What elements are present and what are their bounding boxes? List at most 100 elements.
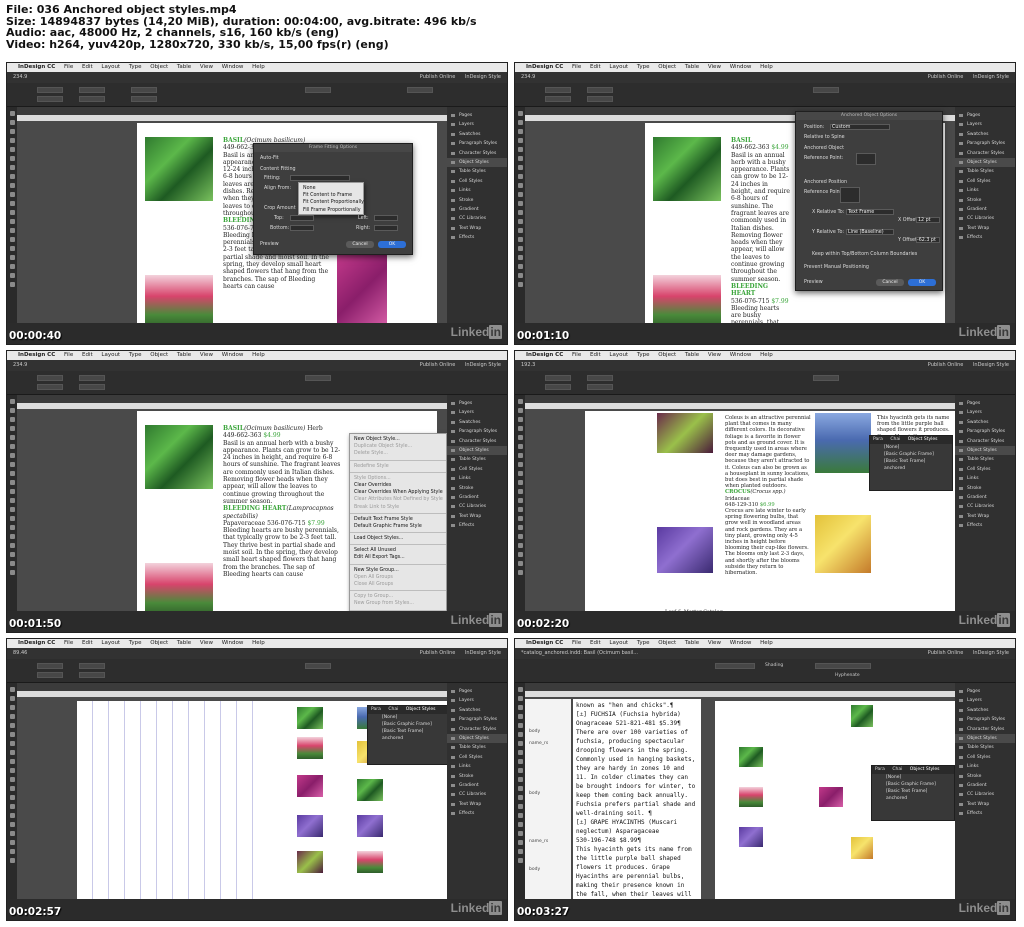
menu-layout[interactable]: Layout — [101, 352, 120, 358]
panel-paragraph-styles[interactable]: Paragraph Styles — [447, 139, 507, 148]
context-menu-item[interactable]: Clear Overrides — [350, 482, 446, 489]
publish-online-button[interactable]: Publish Online — [928, 650, 964, 656]
panel-object-styles[interactable]: Object Styles — [955, 445, 1015, 456]
thumb-image[interactable] — [851, 705, 873, 727]
menu-type[interactable]: Type — [637, 640, 650, 646]
panel-object-styles[interactable]: Object Styles — [447, 157, 507, 168]
menu-help[interactable]: Help — [252, 64, 265, 70]
publish-online-button[interactable]: Publish Online — [928, 74, 964, 80]
scale-y-field[interactable] — [131, 96, 157, 102]
panel-swatches[interactable]: Swatches — [955, 418, 1015, 427]
y-field[interactable] — [545, 96, 571, 102]
panel-links[interactable]: Links — [955, 186, 1015, 195]
menu-type[interactable]: Type — [637, 352, 650, 358]
context-menu-item[interactable]: Default Text Frame Style — [350, 516, 446, 523]
tab-object-styles[interactable]: Object Styles — [908, 437, 938, 442]
menu-help[interactable]: Help — [760, 640, 773, 646]
story-line[interactable]: fuchsia, producing spectacular — [576, 737, 698, 746]
menu-window[interactable]: Window — [222, 64, 244, 70]
fitting-option[interactable]: Fill Frame Proportionally — [299, 207, 363, 214]
hyacinth-image[interactable] — [815, 413, 871, 473]
text-frame[interactable]: BASIL(Ocimum basilicum) Herb 449-662-363… — [223, 425, 341, 578]
tab-character[interactable]: Chai — [388, 707, 398, 712]
story-line[interactable]: well-draining soil. ¶ — [576, 809, 698, 818]
panel-table-styles[interactable]: Table Styles — [447, 167, 507, 176]
menu-table[interactable]: Table — [177, 352, 191, 358]
panel-cell-styles[interactable]: Cell Styles — [447, 465, 507, 474]
thumb-image[interactable] — [739, 787, 763, 807]
story-line[interactable]: keep them coming back annually. — [576, 791, 698, 800]
basil-image[interactable] — [145, 137, 213, 201]
panel-pages[interactable]: Pages — [447, 399, 507, 408]
panel-swatches[interactable]: Swatches — [447, 418, 507, 427]
panel-text-wrap[interactable]: Text Wrap — [955, 512, 1015, 521]
menu-table[interactable]: Table — [177, 64, 191, 70]
menu-object[interactable]: Object — [150, 64, 168, 70]
x-field[interactable] — [37, 87, 63, 93]
panel-gradient[interactable]: Gradient — [447, 493, 507, 502]
publish-online-button[interactable]: Publish Online — [420, 74, 456, 80]
panel-stroke[interactable]: Stroke — [447, 196, 507, 205]
panel-table-styles[interactable]: Table Styles — [955, 455, 1015, 464]
panel-gradient[interactable]: Gradient — [955, 781, 1015, 790]
panel-character-styles[interactable]: Character Styles — [955, 437, 1015, 446]
right-field[interactable] — [374, 225, 398, 231]
menu-help[interactable]: Help — [252, 640, 265, 646]
w-field[interactable] — [79, 87, 105, 93]
thumb-image[interactable] — [739, 827, 763, 847]
w-field[interactable] — [79, 663, 105, 669]
panel-cc-libraries[interactable]: CC Libraries — [447, 502, 507, 511]
style-none[interactable]: [None] — [870, 444, 952, 451]
menu-edit[interactable]: Edit — [590, 640, 601, 646]
x-field[interactable] — [37, 375, 63, 381]
context-menu-item[interactable]: Select All Unused — [350, 547, 446, 554]
bottom-field[interactable] — [290, 225, 314, 231]
menu-app[interactable]: InDesign CC — [526, 640, 563, 646]
panel-character-styles[interactable]: Character Styles — [955, 725, 1015, 734]
y-field[interactable] — [37, 672, 63, 678]
publish-online-button[interactable]: Publish Online — [420, 362, 456, 368]
opacity-field[interactable] — [407, 87, 433, 93]
menu-view[interactable]: View — [708, 352, 721, 358]
h-field[interactable] — [79, 384, 105, 390]
style-anchored[interactable]: anchored — [368, 735, 448, 742]
menu-view[interactable]: View — [708, 64, 721, 70]
panel-cell-styles[interactable]: Cell Styles — [447, 177, 507, 186]
panel-gradient[interactable]: Gradient — [955, 493, 1015, 502]
story-line[interactable]: [⚓] FUCHSIA (Fuchsia hybrida) — [576, 710, 698, 719]
panel-stroke[interactable]: Stroke — [447, 772, 507, 781]
keep-within-checkbox[interactable]: Keep within Top/Bottom Column Boundaries — [812, 252, 917, 257]
left-field[interactable] — [374, 215, 398, 221]
zoom-level[interactable]: 234.9 — [13, 74, 27, 80]
menu-type[interactable]: Type — [129, 352, 142, 358]
panel-table-styles[interactable]: Table Styles — [447, 455, 507, 464]
text-frame[interactable]: Coleus is an attractive perennial plant … — [725, 415, 811, 576]
panel-layers[interactable]: Layers — [447, 120, 507, 129]
auto-fit-checkbox[interactable]: Auto-Fit — [260, 156, 279, 161]
menu-view[interactable]: View — [200, 640, 213, 646]
x-field[interactable] — [545, 375, 571, 381]
thumb-image[interactable] — [357, 851, 383, 873]
menu-object[interactable]: Object — [658, 352, 676, 358]
menu-type[interactable]: Type — [637, 64, 650, 70]
story-line[interactable]: neglectum) Asparagaceae — [576, 827, 698, 836]
thumb-image[interactable] — [819, 787, 843, 807]
tab-object-styles[interactable]: Object Styles — [406, 707, 436, 712]
panel-pages[interactable]: Pages — [447, 111, 507, 120]
panel-text-wrap[interactable]: Text Wrap — [447, 224, 507, 233]
menu-view[interactable]: View — [708, 640, 721, 646]
menu-window[interactable]: Window — [730, 640, 752, 646]
bleeding-heart-image[interactable] — [653, 275, 721, 328]
menu-help[interactable]: Help — [760, 352, 773, 358]
tab-character[interactable]: Chai — [890, 437, 900, 442]
panel-table-styles[interactable]: Table Styles — [447, 743, 507, 752]
story-line[interactable]: Hyacinths are perennial bulbs, — [576, 872, 698, 881]
menu-table[interactable]: Table — [685, 64, 699, 70]
zoom-level[interactable]: 234.9 — [13, 362, 27, 368]
panel-cc-libraries[interactable]: CC Libraries — [955, 790, 1015, 799]
panel-paragraph-styles[interactable]: Paragraph Styles — [447, 427, 507, 436]
workspace-switcher[interactable]: InDesign Style — [465, 362, 501, 368]
font-field[interactable] — [715, 663, 755, 669]
publish-online-button[interactable]: Publish Online — [928, 362, 964, 368]
menu-window[interactable]: Window — [222, 640, 244, 646]
